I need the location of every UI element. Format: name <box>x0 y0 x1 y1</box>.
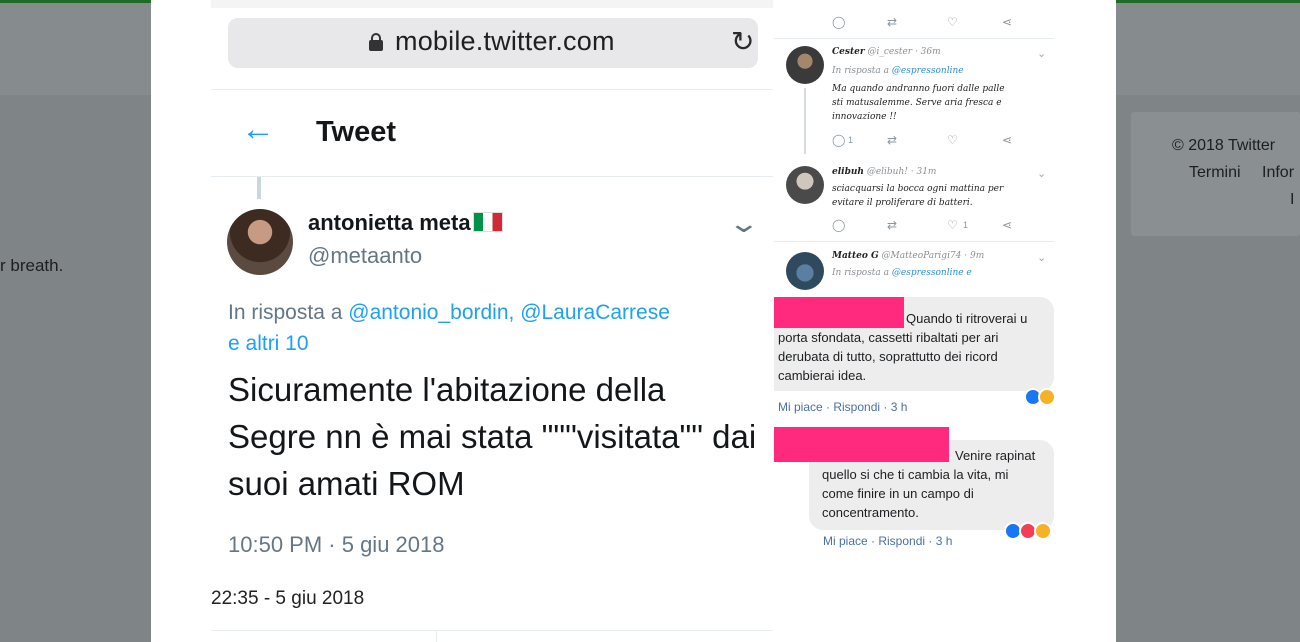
comment-line: sti matusalemme. Serve aria fresca e <box>832 98 1002 108</box>
divider <box>774 38 1054 39</box>
action-row: ◯ ⇄ ♡ 1 ⋖ <box>832 218 1022 232</box>
reply-icon: ◯ <box>832 218 846 232</box>
reply-icon: ◯ <box>832 133 846 147</box>
tweet-screenshot: mobile.twitter.com ↻ ← Tweet antonietta … <box>211 0 773 642</box>
reply-to-line: In risposta a @antonio_bordin, @LauraCar… <box>228 297 758 359</box>
reply-mentions[interactable]: @antonio_bordin, @LauraCarrese <box>348 301 670 324</box>
back-arrow-icon[interactable]: ← <box>241 112 275 146</box>
action-row: ◯ 1 ⇄ ♡ ⋖ <box>832 133 1022 147</box>
comment-line: concentramento. <box>822 505 919 520</box>
background-article-text: r breath. <box>0 256 64 275</box>
replies-collage: ◯ ⇄ ♡ ⋖ Cester @i_cester · 36m ⌄ In risp… <box>774 0 1056 642</box>
author-name: antonietta meta <box>308 210 471 235</box>
comment-line: come finire in un campo di <box>822 486 974 501</box>
reply-prefix: In risposta a <box>228 301 343 324</box>
comment-avatar <box>786 46 824 84</box>
redaction-bar <box>774 297 904 328</box>
comment-line: quello si che ti cambia la vita, mi <box>822 467 1009 482</box>
comment-reply-to: In risposta a @espressonline e <box>832 268 972 278</box>
reply-icon: ◯ <box>832 15 846 29</box>
comment-avatar <box>786 252 824 290</box>
thread-line <box>257 177 261 199</box>
author-handle[interactable]: @metaanto <box>308 243 422 269</box>
comment-line: Ma quando andranno fuori dalle palle <box>832 84 1005 94</box>
comment-avatar <box>786 166 824 204</box>
reply-prefix: In risposta a <box>832 66 890 76</box>
haha-reaction-icon <box>1034 522 1052 540</box>
like-icon: ♡ <box>947 133 958 147</box>
comment-header: Cester @i_cester · 36m <box>832 47 941 57</box>
retweet-icon: ⇄ <box>887 218 898 232</box>
divider <box>774 241 1054 242</box>
comment-meta[interactable]: Mi piace · Rispondi · 3 h <box>823 534 952 548</box>
redaction-bar <box>774 427 949 462</box>
haha-reaction-icon <box>1038 388 1056 406</box>
share-icon: ⋖ <box>1002 133 1013 147</box>
tweet-text: Sicuramente l'abitazione della Segre nn … <box>228 371 757 502</box>
action-row-top: ◯ ⇄ ♡ ⋖ <box>832 15 1022 29</box>
comment-header: Matteo G @MatteoParigi74 · 9m <box>832 251 984 261</box>
tweet-action-bar <box>211 630 773 642</box>
comment-handle: @elibuh! · 31m <box>866 167 937 177</box>
comment-header: elibuh @elibuh! · 31m <box>832 167 936 177</box>
reload-icon[interactable]: ↻ <box>731 28 754 56</box>
chevron-down-icon[interactable]: ⌄ <box>1037 251 1046 264</box>
avatar[interactable] <box>227 209 293 275</box>
reply-others[interactable]: e altri 10 <box>228 332 309 355</box>
retweet-icon: ⇄ <box>887 133 898 147</box>
retweet-icon: ⇄ <box>887 15 898 29</box>
footer-link-truncated[interactable]: I <box>1290 191 1294 209</box>
comment-meta[interactable]: Mi piace · Rispondi · 3 h <box>778 400 907 414</box>
comment-handle: @i_cester · 36m <box>867 47 941 57</box>
comment-reply-to: In risposta a @espressonline <box>832 66 964 76</box>
status-bar <box>211 0 773 8</box>
page-title: Tweet <box>316 116 397 148</box>
comment-text: Ma quando andranno fuori dalle palle sti… <box>832 82 1005 124</box>
comment-name: Matteo G <box>832 251 879 261</box>
reply-mention: @espressonline e <box>891 268 972 278</box>
author-name-row[interactable]: antonietta meta <box>308 210 503 236</box>
lock-icon <box>369 33 383 51</box>
footer-link-terms[interactable]: Termini <box>1189 164 1241 181</box>
chevron-down-icon[interactable]: ⌄ <box>1037 47 1046 60</box>
reply-mention: @espressonline <box>891 66 964 76</box>
comment-line: evitare il proliferare di batteri. <box>832 198 973 208</box>
media-modal: mobile.twitter.com ↻ ← Tweet antonietta … <box>151 0 1116 642</box>
comment-text: sciacquarsi la bocca ogni mattina per ev… <box>832 182 1003 210</box>
comment-line: cambierai idea. <box>778 368 867 383</box>
comment-line: sciacquarsi la bocca ogni mattina per <box>832 184 1004 194</box>
italy-flag-icon <box>472 212 503 232</box>
thread-line <box>804 88 806 154</box>
tweet-header: ← Tweet <box>211 90 773 177</box>
comment-line: porta sfondata, cassetti ribaltati per a… <box>778 330 999 345</box>
share-icon: ⋖ <box>1002 218 1013 232</box>
chevron-down-icon[interactable]: ⌄ <box>728 208 761 239</box>
like-count: 1 <box>963 220 969 230</box>
chevron-down-icon[interactable]: ⌄ <box>1037 167 1046 180</box>
url-text: mobile.twitter.com <box>395 26 615 56</box>
share-icon: ⋖ <box>1002 15 1013 29</box>
comment-name: Cester <box>832 47 865 57</box>
comment-line: innovazione !! <box>832 112 897 122</box>
tweet-time: 10:50 PM · 5 giu 2018 <box>228 532 445 557</box>
footer-links: Termini Infor <box>1189 164 1300 182</box>
reply-prefix: In risposta a <box>832 268 890 278</box>
comment-name: elibuh <box>832 167 864 177</box>
copyright-text: © 2018 Twitter <box>1172 137 1276 154</box>
comment-handle: @MatteoParigi74 · 9m <box>881 251 985 261</box>
address-bar[interactable]: mobile.twitter.com ↻ <box>228 18 758 68</box>
comment-line: derubata di tutto, soprattutto dei ricor… <box>778 349 998 364</box>
reply-count: 1 <box>848 135 854 145</box>
photo-timestamp: 22:35 - 5 giu 2018 <box>211 588 365 609</box>
like-icon: ♡ <box>947 218 958 232</box>
footer-link-info[interactable]: Infor <box>1262 164 1294 181</box>
like-icon: ♡ <box>947 15 958 29</box>
action-separator <box>436 630 437 642</box>
